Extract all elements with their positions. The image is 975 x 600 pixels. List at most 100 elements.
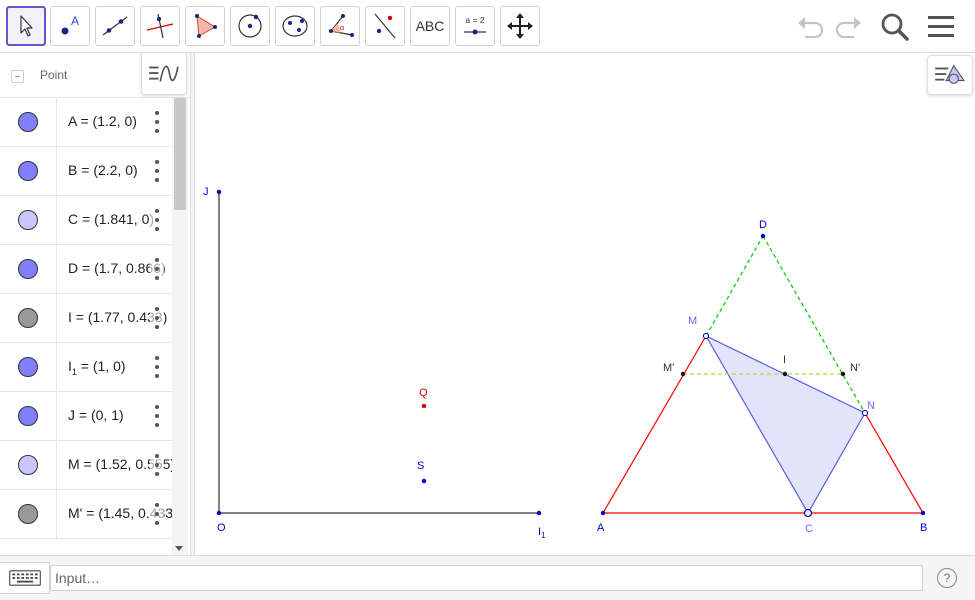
point-o[interactable] (216, 510, 222, 516)
more-options-icon[interactable] (150, 454, 164, 476)
object-value: (2.2, 0) (93, 162, 138, 178)
point-d[interactable] (760, 233, 766, 239)
more-options-icon[interactable] (150, 503, 164, 525)
svg-text:α: α (340, 25, 344, 32)
segment-am[interactable] (602, 335, 707, 514)
graphics-style-bar-toggle[interactable] (927, 55, 973, 95)
svg-text:a = 2: a = 2 (465, 15, 484, 25)
move-graphics-tool-button[interactable] (500, 6, 540, 46)
visibility-cell[interactable] (0, 294, 57, 343)
more-options-icon[interactable] (150, 307, 164, 329)
graphics-style-icon (935, 64, 965, 84)
algebra-item-c[interactable]: C = (1.841, 0) (0, 196, 172, 245)
circle-icon (238, 14, 262, 38)
point-b[interactable] (920, 510, 926, 516)
segment-md-dashed[interactable] (705, 235, 764, 337)
object-name: A (68, 113, 77, 129)
visibility-toggle[interactable] (18, 455, 38, 475)
perpendicular-tool-button[interactable] (140, 6, 180, 46)
text-tool-button[interactable]: ABC (410, 6, 450, 46)
visibility-cell[interactable] (0, 147, 57, 196)
algebra-item-i1[interactable]: I1 = (1, 0) (0, 343, 172, 392)
point-c[interactable] (803, 508, 813, 518)
point-i[interactable] (782, 371, 788, 377)
object-value: (0, 1) (90, 407, 124, 423)
polygon-tool-button[interactable] (185, 6, 225, 46)
algebra-item-j[interactable]: J = (0, 1) (0, 392, 172, 441)
input-help-button[interactable]: ? (937, 568, 957, 588)
line-tool-button[interactable] (95, 6, 135, 46)
label-o: O (217, 522, 226, 534)
undo-icon (798, 17, 824, 39)
algebra-item-d[interactable]: D = (1.7, 0.866) (0, 245, 172, 294)
more-options-icon[interactable] (150, 356, 164, 378)
visibility-cell[interactable] (0, 245, 57, 294)
group-label: Point (40, 68, 68, 82)
visibility-toggle[interactable] (18, 504, 38, 524)
visibility-cell[interactable] (0, 490, 57, 539)
algebra-item-m-prime[interactable]: M' = (1.45, 0.433) (0, 490, 172, 539)
visibility-toggle[interactable] (18, 357, 38, 377)
algebra-view: Point A = (1.2, 0) B = (2.2, 0) C = (1.841… (0, 53, 190, 555)
scrollbar-thumb[interactable] (174, 98, 186, 210)
visibility-cell[interactable] (0, 343, 57, 392)
point-m[interactable] (702, 332, 710, 340)
segment-bn[interactable] (864, 412, 924, 514)
more-options-icon[interactable] (150, 405, 164, 427)
algebra-scrollbar[interactable] (172, 98, 188, 555)
point-tool-button[interactable]: A (50, 6, 90, 46)
visibility-toggle[interactable] (18, 259, 38, 279)
toolbar: A α ABC a = 2 (0, 0, 975, 53)
svg-text:A: A (71, 14, 79, 28)
point-a[interactable] (600, 510, 606, 516)
angle-icon: α (329, 14, 354, 37)
visibility-cell[interactable] (0, 98, 57, 147)
visibility-toggle[interactable] (18, 308, 38, 328)
algebra-item-i[interactable]: I = (1.77, 0.433) (0, 294, 172, 343)
algebra-input-field[interactable] (50, 565, 923, 591)
undo-button[interactable] (792, 8, 830, 46)
point-s[interactable] (421, 478, 427, 484)
reflect-tool-button[interactable] (365, 6, 405, 46)
visibility-toggle[interactable] (18, 161, 38, 181)
polygon-icon (195, 14, 217, 38)
more-options-icon[interactable] (150, 160, 164, 182)
graphics-view[interactable]: J O I1 Q S D M I M' N' N A C B (195, 53, 975, 555)
visibility-cell[interactable] (0, 196, 57, 245)
virtual-keyboard-button[interactable] (0, 562, 50, 594)
main-menu-button[interactable] (922, 8, 960, 46)
more-options-icon[interactable] (150, 258, 164, 280)
point-m-prime[interactable] (680, 371, 686, 377)
point-icon: A (61, 14, 79, 35)
redo-icon (835, 17, 861, 39)
visibility-cell[interactable] (0, 441, 57, 490)
search-button[interactable] (876, 8, 914, 46)
move-tool-button[interactable] (6, 6, 46, 46)
circle-tool-button[interactable] (230, 6, 270, 46)
label-m-prime: M' (663, 362, 674, 374)
visibility-toggle[interactable] (18, 112, 38, 132)
algebra-item-a[interactable]: A = (1.2, 0) (0, 98, 172, 147)
point-q[interactable] (421, 403, 427, 409)
label-q: Q (419, 387, 428, 399)
input-bar: ? (0, 555, 975, 600)
visibility-cell[interactable] (0, 392, 57, 441)
ellipse-tool-button[interactable] (275, 6, 315, 46)
visibility-toggle[interactable] (18, 210, 38, 230)
more-options-icon[interactable] (150, 209, 164, 231)
more-options-icon[interactable] (150, 111, 164, 133)
algebra-style-bar-toggle[interactable] (141, 53, 187, 95)
slider-tool-button[interactable]: a = 2 (455, 6, 495, 46)
scroll-down-arrow[interactable] (175, 546, 183, 551)
graphics-canvas[interactable]: J O I1 Q S D M I M' N' N A C B (195, 53, 975, 555)
algebra-item-m[interactable]: M = (1.52, 0.555) (0, 441, 172, 490)
label-b: B (920, 522, 927, 534)
point-j[interactable] (216, 189, 222, 195)
point-i1[interactable] (536, 510, 542, 516)
algebra-item-b[interactable]: B = (2.2, 0) (0, 147, 172, 196)
visibility-toggle[interactable] (18, 406, 38, 426)
point-n-prime[interactable] (840, 371, 846, 377)
collapse-group-button[interactable] (11, 70, 24, 83)
angle-tool-button[interactable]: α (320, 6, 360, 46)
redo-button[interactable] (829, 8, 867, 46)
